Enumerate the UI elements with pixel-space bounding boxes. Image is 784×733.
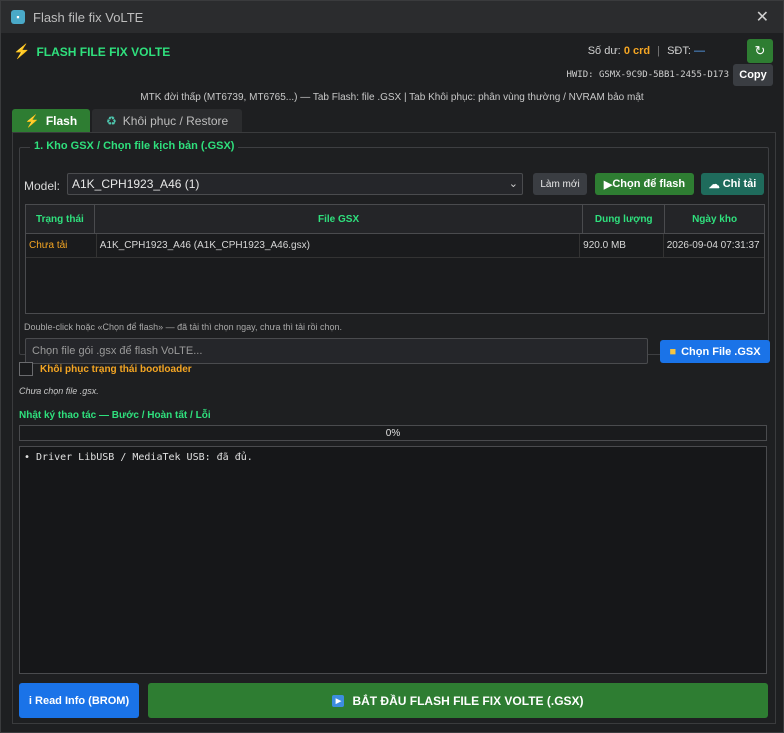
choose-file-button[interactable]: ■ Chọn File .GSX (660, 340, 770, 363)
table-header: Trạng thái File GSX Dung lượng Ngày kho (26, 205, 764, 234)
balance-info: Số dư: 0 crd | SĐT: — (588, 45, 705, 57)
balance-value: 0 crd (623, 45, 651, 57)
app-window: ▪ Flash file fix VoLTE ✕ ⚡ FLASH FILE FI… (0, 0, 784, 733)
progress-text: 0% (385, 427, 401, 439)
flash-panel: 1. Kho GSX / Chọn file kịch bản (.GSX) M… (12, 132, 776, 724)
gsx-file-input[interactable]: Chọn file gói .gsx để flash VoLTE... (25, 338, 648, 364)
start-flash-label: BẮT ĐẦU FLASH FILE FIX VOLTE (.GSX) (352, 693, 584, 708)
hint-text: Double-click hoặc «Chọn để flash» — đã t… (24, 322, 343, 332)
log-output[interactable]: • Driver LibUSB / MediaTek USB: đã đủ. (19, 446, 767, 674)
bootloader-checkbox[interactable] (19, 362, 33, 376)
read-info-label: i Read Info (BROM) (28, 694, 130, 707)
bootloader-label[interactable]: Khôi phục trạng thái bootloader (40, 364, 192, 375)
choose-label: Chọn để flash (612, 178, 686, 190)
row-status: Chưa tải (26, 234, 97, 257)
tab-label: Khôi phục / Restore (122, 113, 229, 128)
model-select[interactable]: A1K_CPH1923_A46 (1) ⌄ (67, 173, 523, 195)
brand: ⚡ FLASH FILE FIX VOLTE (13, 43, 170, 60)
gsx-repo-group: 1. Kho GSX / Chọn file kịch bản (.GSX) M… (19, 140, 770, 364)
play-icon: ▶ (332, 694, 345, 707)
progress-bar: 0% (19, 425, 767, 441)
file-status: Chưa chọn file .gsx. (19, 386, 99, 396)
read-info-button[interactable]: i Read Info (BROM) (19, 683, 139, 718)
log-line: • Driver LibUSB / MediaTek USB: đã đủ. (24, 452, 253, 463)
hwid-text: HWID: GSMX-9C9D-5BB1-2455-D173 (566, 70, 729, 80)
row-date: 2026-09-04 07:31:37 (666, 240, 760, 251)
window-title: Flash file fix VoLTE (33, 9, 144, 25)
start-flash-button[interactable]: ▶ BẮT ĐẦU FLASH FILE FIX VOLTE (.GSX) (148, 683, 768, 718)
log-title: Nhật ký thao tác — Bước / Hoàn tất / Lỗi (19, 410, 211, 421)
download-only-button[interactable]: ☁ Chỉ tải (701, 173, 764, 195)
chevron-down-icon: ⌄ (508, 178, 518, 190)
bolt-icon: ⚡ (24, 113, 40, 128)
recycle-icon: ♻ (106, 113, 117, 128)
tab-bar: ⚡ Flash ♻ Khôi phục / Restore (12, 109, 244, 132)
brand-title: FLASH FILE FIX VOLTE (36, 44, 171, 59)
file-placeholder: Chọn file gói .gsx để flash VoLTE... (32, 345, 203, 357)
balance-label: Số dư: (587, 45, 621, 57)
play-icon: ▶ (603, 178, 613, 191)
column-header[interactable]: Trạng thái (26, 205, 95, 233)
gsx-table[interactable]: Trạng thái File GSX Dung lượng Ngày kho … (25, 204, 765, 314)
folder-icon: ■ (669, 345, 677, 358)
row-size: 920.0 MB (580, 234, 664, 257)
tab-label: Flash (45, 113, 78, 128)
divider: | (657, 45, 661, 57)
refresh-icon: ↻ (754, 43, 766, 58)
tab-flash[interactable]: ⚡ Flash (12, 109, 90, 132)
model-label: Model: (24, 179, 61, 193)
refresh-balance-button[interactable]: ↻ (747, 39, 773, 63)
copy-hwid-button[interactable]: Copy (733, 64, 773, 86)
phone-value: — (694, 45, 705, 57)
download-label: Chỉ tải (722, 178, 757, 190)
cloud-icon: ☁ (708, 178, 720, 191)
column-header[interactable]: Dung lượng (583, 205, 666, 233)
title-bar: ▪ Flash file fix VoLTE ✕ (1, 1, 783, 33)
group-title: 1. Kho GSX / Chọn file kịch bản (.GSX) (30, 140, 239, 152)
table-row[interactable]: Chưa tải A1K_CPH1923_A46 (A1K_CPH1923_A4… (26, 234, 764, 258)
row-file: A1K_CPH1923_A46 (A1K_CPH1923_A46.gsx) (97, 234, 581, 257)
bolt-icon: ⚡ (13, 43, 31, 59)
model-value: A1K_CPH1923_A46 (1) (72, 177, 200, 191)
choose-file-label: Chọn File .GSX (681, 345, 761, 358)
column-header[interactable]: File GSX (95, 205, 584, 233)
info-line: MTK đời thấp (MT6739, MT6765...) — Tab F… (140, 92, 644, 103)
refresh-list-button[interactable]: Làm mới (533, 173, 587, 195)
app-icon: ▪ (11, 10, 25, 24)
tab-restore[interactable]: ♻ Khôi phục / Restore (92, 109, 243, 132)
phone-label: SĐT: (667, 45, 691, 57)
close-icon[interactable]: ✕ (756, 7, 769, 27)
choose-to-flash-button[interactable]: ▶ Chọn để flash (595, 173, 694, 195)
column-header[interactable]: Ngày kho (665, 205, 764, 233)
